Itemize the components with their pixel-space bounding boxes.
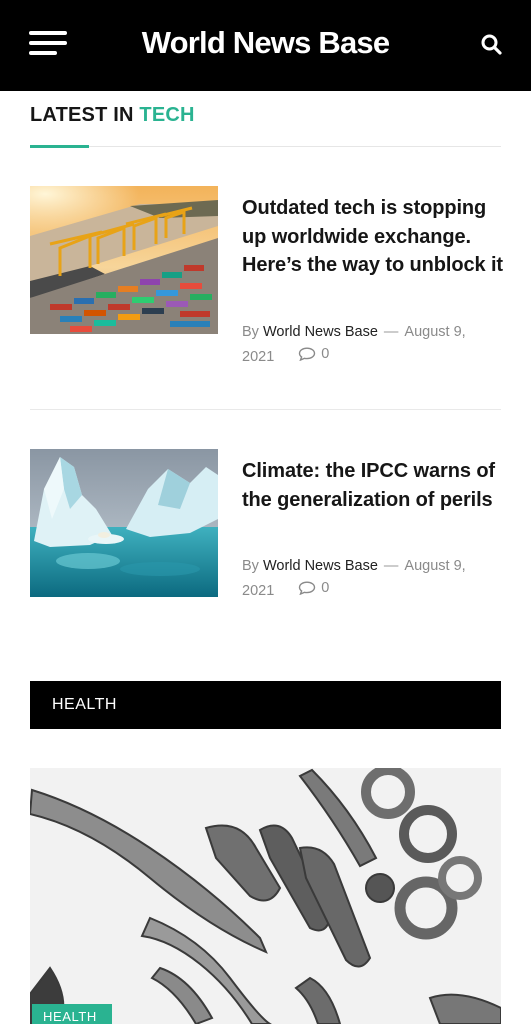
section-heading: LATEST IN TECH [30,102,195,128]
date-day: August 9, [404,558,466,574]
article-thumbnail-iceberg[interactable] [30,449,218,597]
comments-link[interactable]: 0 [298,343,329,365]
article-meta: By World News Base — August 9, 2021 0 [242,321,504,368]
search-icon[interactable] [480,33,504,57]
section-heading-category[interactable]: TECH [139,104,194,126]
article-divider [30,409,501,410]
section-heading-accent-rule [30,145,89,148]
article-meta: By World News Base — August 9, 2021 0 [242,555,504,602]
meta-separator: — [383,558,399,574]
section-heading-prefix: LATEST IN [30,104,140,126]
article-thumbnail-container-port[interactable] [30,186,218,334]
health-section-heading[interactable]: HEALTH [30,681,501,729]
article-title-link[interactable]: Climate: the IPCC warns of the generaliz… [242,457,504,514]
comment-bubble-icon [299,347,316,361]
comment-count: 0 [321,346,330,362]
date-year: 2021 [242,583,275,599]
health-featured-image[interactable] [30,768,501,1024]
comments-link[interactable]: 0 [298,577,329,599]
comment-count: 0 [321,580,330,596]
site-title-link[interactable]: World News Base [142,25,390,60]
date-day: August 9, [404,324,466,340]
section-heading-rule [30,146,501,147]
author-link[interactable]: World News Base [263,324,378,340]
meta-by-label: By [242,558,259,574]
site-title[interactable]: World News Base [0,22,531,64]
author-link[interactable]: World News Base [263,558,378,574]
article-title-link[interactable]: Outdated tech is stopping up worldwide e… [242,194,504,280]
health-heading-label: HEALTH [52,696,117,713]
meta-by-label: By [242,324,259,340]
meta-separator: — [383,324,399,340]
comment-bubble-icon [299,581,316,595]
category-badge-health[interactable]: HEALTH [32,1004,112,1024]
date-year: 2021 [242,349,275,365]
site-header: World News Base [0,0,531,91]
